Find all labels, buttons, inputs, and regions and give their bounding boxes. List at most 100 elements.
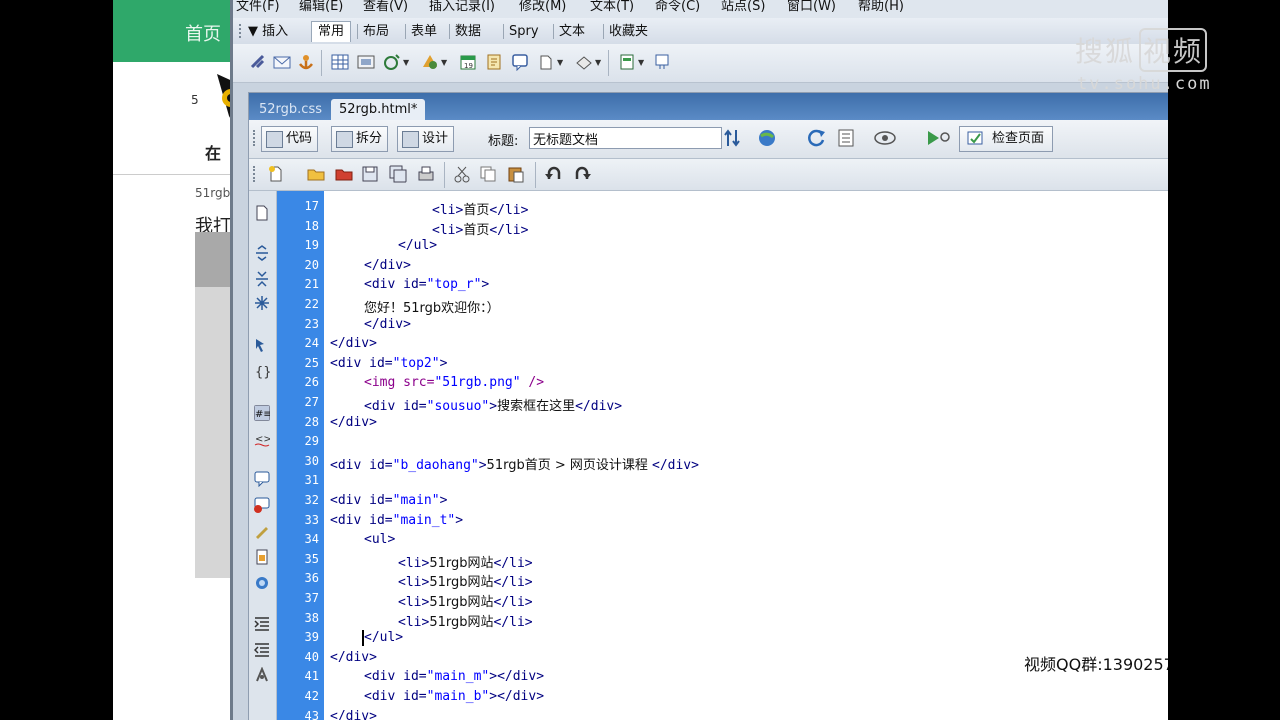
line-number-gutter: 17 18 19 20 21 22 23 24 25 26 27 28 29 30 31 32 33 34 35 36… (277, 191, 324, 720)
line-number: 20 (304, 257, 319, 272)
open-documents-icon[interactable] (254, 205, 270, 221)
refresh-icon[interactable] (807, 128, 827, 148)
recent-snippets-icon[interactable] (254, 549, 270, 565)
document-title-input[interactable] (529, 127, 722, 149)
dropdown-arrow-icon[interactable]: ▼ (403, 58, 409, 67)
dropdown-arrow-icon[interactable]: ▼ (441, 58, 447, 67)
insert-tab-6[interactable]: 收藏夹 (609, 22, 648, 42)
browse-bridge-icon[interactable] (335, 165, 353, 183)
line-number: 37 (304, 591, 319, 605)
svg-text:{}: {} (255, 365, 270, 379)
media-icon[interactable] (421, 53, 439, 71)
paste-icon[interactable] (507, 165, 525, 183)
undo-icon[interactable] (545, 165, 563, 183)
code-line: <li>51rgb网站</li> (398, 595, 533, 610)
remove-comment-icon[interactable] (254, 497, 270, 513)
image-icon[interactable] (383, 53, 401, 71)
preview-browser-icon[interactable] (757, 128, 779, 148)
svg-text:19: 19 (464, 62, 473, 70)
head-icon[interactable] (537, 53, 555, 71)
table-icon[interactable] (331, 53, 349, 71)
line-number: 32 (304, 493, 319, 507)
format-source-icon[interactable] (254, 667, 270, 683)
line-number: 36 (304, 571, 319, 586)
background-web-page: 首页 5 在 51rgb 我打 (113, 0, 243, 720)
dreamweaver-window: 文件(F) 编辑(E) 查看(V) 插入记录(I) 修改(M) 文本(T) 命令(C) 站点(… (230, 0, 1168, 720)
hyperlink-icon[interactable] (249, 53, 267, 71)
menu-item-9[interactable]: 帮助(H) (858, 0, 904, 14)
open-folder-icon[interactable] (307, 165, 325, 183)
insert-tab-5[interactable]: 文本 (559, 22, 585, 42)
comment-icon[interactable] (511, 53, 529, 71)
div-icon[interactable] (357, 53, 375, 71)
standard-toolbar (249, 159, 1168, 191)
menu-item-0[interactable]: 文件(F) (236, 0, 280, 14)
balance-braces-icon[interactable]: {} (254, 363, 270, 379)
nav-home-link[interactable]: 首页 (185, 20, 221, 46)
dropdown-arrow-icon[interactable]: ▼ (595, 58, 601, 67)
save-all-icon[interactable] (389, 165, 407, 183)
code-line: 您好！51rgb欢迎你：） (364, 301, 500, 316)
menu-item-7[interactable]: 站点(S) (721, 0, 765, 14)
highlight-invalid-icon[interactable]: <> (254, 431, 270, 447)
menu-item-6[interactable]: 命令(C) (655, 0, 700, 14)
menu-item-5[interactable]: 文本(T) (590, 0, 634, 14)
insert-toggle[interactable]: ▼ 插入 (248, 22, 288, 42)
line-number: 34 (304, 532, 319, 547)
line-number: 25 (304, 355, 319, 370)
expand-all-icon[interactable] (254, 295, 270, 311)
design-view-button[interactable]: 设计 (397, 126, 455, 152)
menu-item-2[interactable]: 查看(V) (363, 0, 408, 14)
line-numbers-icon[interactable]: #≡ (254, 405, 270, 421)
menu-item-3[interactable]: 插入记录(I) (429, 0, 495, 14)
date-icon[interactable]: 19 (459, 53, 477, 71)
menu-item-8[interactable]: 窗口(W) (787, 0, 836, 14)
server-side-include-icon[interactable] (485, 53, 503, 71)
cut-icon[interactable] (453, 165, 471, 183)
print-code-icon[interactable] (417, 165, 435, 183)
save-icon[interactable] (361, 165, 379, 183)
menu-item-1[interactable]: 编辑(E) (299, 0, 343, 14)
menu-item-4[interactable]: 修改(M) (519, 0, 566, 14)
script-icon[interactable] (575, 53, 593, 71)
file-management-icon[interactable] (723, 128, 749, 148)
named-anchor-icon[interactable] (297, 53, 315, 71)
code-view-button[interactable]: 代码 (261, 126, 319, 152)
line-number: 35 (304, 551, 319, 566)
insert-tab-3[interactable]: 数据 (455, 22, 481, 42)
validate-markup-icon[interactable] (925, 128, 953, 148)
dropdown-arrow-icon[interactable]: ▼ (557, 58, 563, 67)
insert-tab-0[interactable]: 常用 (311, 21, 352, 42)
outdent-code-icon[interactable] (254, 641, 270, 657)
new-document-icon[interactable] (267, 165, 285, 183)
insert-tab-2[interactable]: 表单 (411, 22, 437, 42)
visual-aids-icon[interactable] (873, 128, 901, 148)
view-options-icon[interactable] (837, 128, 861, 148)
insert-tab-4[interactable]: Spry (509, 22, 539, 42)
tag-chooser-icon[interactable] (653, 53, 671, 71)
tab-css-file[interactable]: 52rgb.css (251, 99, 330, 120)
insert-tab-1[interactable]: 布局 (363, 22, 389, 42)
dropdown-arrow-icon[interactable]: ▼ (638, 58, 644, 67)
code-editor[interactable]: <li>首页</li> <li>首页</li> </ul> </div> <div id… (324, 191, 1168, 720)
copy-icon[interactable] (479, 165, 497, 183)
line-number: 38 (304, 610, 319, 625)
check-page-button[interactable]: 检查页面 (959, 126, 1054, 152)
indent-code-icon[interactable] (254, 615, 270, 631)
collapse-tag-icon[interactable] (254, 245, 270, 261)
tab-html-file[interactable]: 52rgb.html* (331, 99, 426, 120)
code-line: <li>首页</li> (432, 203, 529, 218)
line-number: 29 (304, 434, 319, 449)
select-parent-tag-icon[interactable] (254, 337, 270, 353)
check-page-icon (967, 131, 983, 145)
split-view-button[interactable]: 拆分 (331, 126, 389, 152)
templates-icon[interactable] (618, 53, 636, 71)
move-css-icon[interactable] (254, 575, 270, 591)
code-line: <ul> (364, 532, 396, 548)
collapse-selection-icon[interactable] (254, 271, 270, 287)
email-link-icon[interactable] (273, 53, 291, 71)
wrap-tag-icon[interactable] (254, 523, 270, 539)
redo-icon[interactable] (573, 165, 591, 183)
tab-separator (405, 24, 406, 39)
apply-comment-icon[interactable] (254, 471, 270, 487)
